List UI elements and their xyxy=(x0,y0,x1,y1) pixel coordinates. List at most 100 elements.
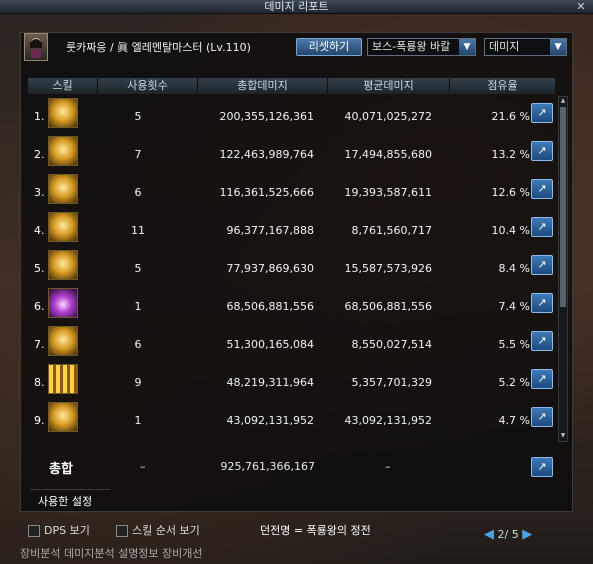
next-page-icon[interactable]: ▶ xyxy=(522,527,532,542)
bottom-menu: 장비분석 데미지분석 설명정보 장비개선 xyxy=(20,547,203,560)
scroll-down-icon[interactable]: ▼ xyxy=(559,432,567,441)
row-uses: 7 xyxy=(134,148,142,161)
total-label: 총합 xyxy=(49,462,73,477)
row-uses: 1 xyxy=(134,300,142,313)
share-icon[interactable]: ↗ xyxy=(531,407,553,427)
row-total-damage: 48,219,311,964 xyxy=(226,376,314,389)
metric-select[interactable]: 데미지 ▼ xyxy=(484,38,567,56)
share-icon[interactable]: ↗ xyxy=(531,457,553,477)
share-icon[interactable]: ↗ xyxy=(531,179,553,199)
table-row: 2. 7 122,463,989,764 17,494,855,680 13.2… xyxy=(28,136,556,174)
share-icon[interactable]: ↗ xyxy=(531,369,553,389)
total-damage: 925,761,366,167 xyxy=(220,460,315,473)
row-average-damage: 68,506,881,556 xyxy=(344,300,432,313)
row-rank: 4. xyxy=(34,224,45,237)
row-total-damage: 77,937,869,630 xyxy=(226,262,314,275)
row-share: 10.4 % xyxy=(491,224,530,237)
row-total-damage: 96,377,167,888 xyxy=(226,224,314,237)
character-name: 룻카짜응 / 眞 엘레멘탈마스터 (Lv.110) xyxy=(66,41,251,54)
row-share: 8.4 % xyxy=(498,262,530,275)
row-rank: 3. xyxy=(34,186,45,199)
dps-view-toggle[interactable]: DPS 보기 xyxy=(28,522,90,538)
column-header-total: 총합데미지 xyxy=(198,78,328,94)
row-rank: 1. xyxy=(34,110,45,123)
share-icon[interactable]: ↗ xyxy=(531,293,553,313)
page-indicator: 2/ 5 xyxy=(497,528,519,541)
row-uses: 6 xyxy=(134,186,142,199)
row-share: 4.7 % xyxy=(498,414,530,427)
row-rank: 6. xyxy=(34,300,45,313)
checkbox-icon[interactable] xyxy=(28,525,40,537)
skill-icon xyxy=(48,364,78,394)
column-header-skill: 스킬 xyxy=(28,78,98,94)
row-total-damage: 51,300,165,084 xyxy=(226,338,314,351)
table-row: 9. 1 43,092,131,952 43,092,131,952 4.7 %… xyxy=(28,402,556,440)
table-scrollbar[interactable]: ▲ ▼ xyxy=(558,96,568,442)
chevron-down-icon[interactable]: ▼ xyxy=(550,39,566,55)
table-row: 5. 5 77,937,869,630 15,587,573,926 8.4 %… xyxy=(28,250,556,288)
skill-icon xyxy=(48,174,78,204)
row-share: 5.2 % xyxy=(498,376,530,389)
row-average-damage: 17,494,855,680 xyxy=(344,148,432,161)
skill-icon xyxy=(48,98,78,128)
row-uses: 1 xyxy=(134,414,142,427)
share-icon[interactable]: ↗ xyxy=(531,331,553,351)
row-average-damage: 5,357,701,329 xyxy=(351,376,432,389)
row-average-damage: 8,761,560,717 xyxy=(351,224,432,237)
character-portrait-icon xyxy=(30,38,42,58)
share-icon[interactable]: ↗ xyxy=(531,217,553,237)
used-settings-label: 사용한 설정 xyxy=(30,489,110,513)
prev-page-icon[interactable]: ◀ xyxy=(484,527,494,542)
table-row: 6. 1 68,506,881,556 68,506,881,556 7.4 %… xyxy=(28,288,556,326)
row-rank: 8. xyxy=(34,376,45,389)
checkbox-icon[interactable] xyxy=(116,525,128,537)
skill-icon xyxy=(48,212,78,242)
row-average-damage: 15,587,573,926 xyxy=(344,262,432,275)
close-icon[interactable]: ✕ xyxy=(575,0,587,14)
column-header-uses: 사용횟수 xyxy=(98,78,198,94)
row-share: 13.2 % xyxy=(491,148,530,161)
table-row: 1. 5 200,355,126,361 40,071,025,272 21.6… xyxy=(28,98,556,136)
chevron-down-icon[interactable]: ▼ xyxy=(459,39,475,55)
row-average-damage: 8,550,027,514 xyxy=(351,338,432,351)
row-rank: 7. xyxy=(34,338,45,351)
row-average-damage: 43,092,131,952 xyxy=(344,414,432,427)
row-average-damage: 40,071,025,272 xyxy=(344,110,432,123)
row-share: 21.6 % xyxy=(491,110,530,123)
skill-icon xyxy=(48,402,78,432)
skill-icon xyxy=(48,288,78,318)
table-row: 8. 9 48,219,311,964 5,357,701,329 5.2 % … xyxy=(28,364,556,402)
skill-order-toggle[interactable]: 스킬 순서 보기 xyxy=(116,522,200,538)
window-title: 데미지 리포트 xyxy=(264,0,329,13)
row-uses: 11 xyxy=(131,224,145,237)
row-total-damage: 122,463,989,764 xyxy=(219,148,314,161)
reset-button[interactable]: 리셋하기 xyxy=(296,38,362,56)
table-row: 7. 6 51,300,165,084 8,550,027,514 5.5 % … xyxy=(28,326,556,364)
row-rank: 9. xyxy=(34,414,45,427)
share-icon[interactable]: ↗ xyxy=(531,141,553,161)
row-uses: 9 xyxy=(134,376,142,389)
row-total-damage: 200,355,126,361 xyxy=(219,110,314,123)
avatar xyxy=(24,33,48,61)
row-rank: 5. xyxy=(34,262,45,275)
row-uses: 5 xyxy=(134,110,142,123)
window-titlebar: 데미지 리포트 ✕ xyxy=(0,0,593,14)
dungeon-select[interactable]: 보스-폭룡왕 바칼 ▼ xyxy=(367,38,476,56)
row-share: 5.5 % xyxy=(498,338,530,351)
metric-select-value: 데미지 xyxy=(489,40,520,53)
total-uses: – xyxy=(140,460,146,473)
skill-order-label: 스킬 순서 보기 xyxy=(132,524,200,537)
row-uses: 5 xyxy=(134,262,142,275)
row-share: 12.6 % xyxy=(491,186,530,199)
page-navigation: ◀ 2/ 5 ▶ xyxy=(484,527,532,542)
scroll-thumb[interactable] xyxy=(560,107,566,307)
row-total-damage: 68,506,881,556 xyxy=(226,300,314,313)
share-icon[interactable]: ↗ xyxy=(531,103,553,123)
scroll-up-icon[interactable]: ▲ xyxy=(559,97,567,106)
dungeon-name: 던전명 = 폭룡왕의 정전 xyxy=(260,524,371,537)
skill-icon xyxy=(48,326,78,356)
row-share: 7.4 % xyxy=(498,300,530,313)
row-rank: 2. xyxy=(34,148,45,161)
skill-icon xyxy=(48,250,78,280)
share-icon[interactable]: ↗ xyxy=(531,255,553,275)
